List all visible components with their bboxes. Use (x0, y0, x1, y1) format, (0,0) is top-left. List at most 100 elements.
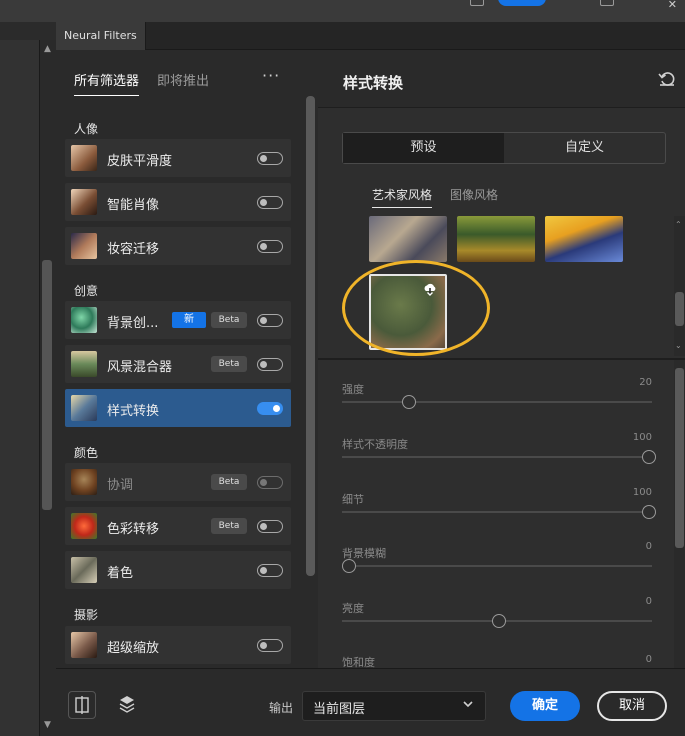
beta-badge: Beta (211, 474, 247, 490)
slider-knob[interactable] (402, 395, 416, 409)
slider-track[interactable] (342, 565, 652, 567)
output-select[interactable]: 当前图层 (302, 691, 486, 721)
filter-label: 着色 (107, 566, 134, 581)
tab-artist-style[interactable]: 艺术家风格 (372, 186, 433, 208)
scroll-thumb[interactable] (675, 368, 684, 548)
canvas-scrollbar[interactable]: ▲ ▼ (40, 40, 56, 736)
filter-item-background-creator[interactable]: 背景创... 新 Beta (65, 301, 291, 339)
layers-button[interactable] (114, 691, 142, 719)
beta-badge: Beta (211, 312, 247, 328)
panel-tab-bar: Neural Filters (56, 22, 685, 50)
landscape-thumb (71, 351, 97, 377)
slider-style-opacity[interactable]: 样式不透明度 100 (342, 432, 656, 476)
slider-saturation[interactable]: 饱和度 0 (342, 654, 652, 668)
canvas-area (0, 22, 40, 736)
tab-coming-soon[interactable]: 即将推出 (157, 70, 209, 96)
filter-label: 妆容迁移 (107, 242, 160, 257)
scroll-up-icon[interactable]: ⌃ (675, 220, 682, 229)
style-thumb[interactable] (457, 216, 535, 262)
colorize-thumb (71, 557, 97, 583)
cancel-button[interactable]: 取消 (597, 691, 667, 721)
scroll-thumb[interactable] (42, 260, 52, 510)
beta-badge: Beta (211, 356, 247, 372)
compare-split-button[interactable] (68, 691, 96, 719)
app-top-bar: ✕ (0, 0, 685, 22)
filter-list-panel: 所有筛选器 即将推出 ··· 人像 皮肤平滑度 智能肖像 妆容迁移 创意 背景创… (56, 50, 304, 668)
filter-item-color-transfer[interactable]: 色彩转移 Beta (65, 507, 291, 545)
slider-label: 饱和度 (342, 656, 375, 668)
scroll-down-icon[interactable]: ▼ (44, 720, 51, 730)
section-title: 摄影 (74, 608, 99, 622)
segment-preset[interactable]: 预设 (343, 133, 504, 163)
filter-list-scrollbar[interactable] (304, 50, 318, 668)
filter-toggle[interactable] (257, 240, 283, 253)
new-badge: 新 (172, 312, 206, 328)
slider-brightness[interactable]: 亮度 0 (342, 596, 652, 640)
scroll-thumb[interactable] (675, 292, 684, 326)
annotation-highlight-circle (342, 260, 490, 356)
tab-all-filters[interactable]: 所有筛选器 (74, 70, 140, 96)
filter-toggle[interactable] (257, 639, 283, 652)
window-icon[interactable] (600, 0, 614, 6)
filter-toggle[interactable] (257, 564, 283, 577)
ok-button[interactable]: 确定 (510, 691, 580, 721)
super-zoom-thumb (71, 632, 97, 658)
slider-strength[interactable]: 强度 20 (342, 377, 652, 421)
filter-toggle[interactable] (257, 358, 283, 371)
scroll-thumb[interactable] (306, 96, 315, 576)
slider-knob[interactable] (492, 614, 506, 628)
portrait-smart-thumb (71, 189, 97, 215)
filter-label: 皮肤平滑度 (107, 154, 173, 169)
filter-toggle[interactable] (257, 520, 283, 533)
filter-item-colorize[interactable]: 着色 (65, 551, 291, 589)
filter-toggle[interactable] (257, 152, 283, 165)
filter-toggle[interactable] (257, 402, 283, 415)
filter-item-smart-portrait[interactable]: 智能肖像 (65, 183, 291, 221)
filter-label: 风景混合器 (107, 360, 173, 375)
slider-knob[interactable] (342, 559, 356, 573)
filter-item-style-transfer[interactable]: 样式转换 (65, 389, 291, 427)
filter-item-skin-smoothing[interactable]: 皮肤平滑度 (65, 139, 291, 177)
filter-toggle[interactable] (257, 476, 283, 489)
filter-toggle[interactable] (257, 196, 283, 209)
slider-track[interactable] (342, 401, 652, 403)
settings-scrollbar[interactable] (674, 360, 685, 668)
style-thumb[interactable] (545, 216, 623, 262)
slider-knob[interactable] (642, 505, 656, 519)
filter-item-super-zoom[interactable]: 超级缩放 (65, 626, 291, 664)
filter-label: 色彩转移 (107, 522, 160, 537)
detail-title: 样式转换 (343, 74, 404, 92)
window-icon[interactable] (470, 0, 484, 6)
scroll-up-icon[interactable]: ▲ (44, 44, 51, 54)
filter-toggle[interactable] (257, 314, 283, 327)
slider-value: 0 (645, 541, 652, 552)
scroll-down-icon[interactable]: ⌄ (675, 341, 682, 350)
slider-track[interactable] (342, 456, 652, 458)
filter-detail-panel: 样式转换 预设 自定义 艺术家风格 图像风格 ⌃ ⌄ 强度 20 样式不透明度 … (318, 50, 685, 668)
section-title: 创意 (74, 284, 99, 298)
segment-custom[interactable]: 自定义 (504, 133, 665, 163)
section-title: 人像 (74, 122, 99, 136)
close-icon[interactable]: ✕ (668, 0, 677, 11)
filter-label: 智能肖像 (107, 198, 160, 213)
slider-track[interactable] (342, 511, 652, 513)
filter-item-landscape-mixer[interactable]: 风景混合器 Beta (65, 345, 291, 383)
more-options-icon[interactable]: ··· (262, 66, 280, 85)
filter-item-makeup-transfer[interactable]: 妆容迁移 (65, 227, 291, 265)
share-button[interactable] (498, 0, 546, 6)
filter-label: 样式转换 (107, 404, 160, 419)
gallery-scrollbar[interactable]: ⌃ ⌄ (674, 216, 685, 356)
slider-label: 强度 (342, 383, 364, 396)
canvas-ruler (0, 22, 56, 40)
filter-item-harmonize[interactable]: 协调 Beta (65, 463, 291, 501)
background-thumb (71, 307, 97, 333)
output-label: 输出 (269, 701, 294, 715)
slider-background-blur[interactable]: 背景模糊 0 (342, 541, 652, 585)
reset-icon[interactable] (658, 70, 676, 88)
tab-neural-filters[interactable]: Neural Filters (56, 22, 146, 50)
tab-image-style[interactable]: 图像风格 (450, 186, 498, 208)
slider-knob[interactable] (642, 450, 656, 464)
slider-detail[interactable]: 细节 100 (342, 487, 656, 531)
style-thumb[interactable] (369, 216, 447, 262)
color-transfer-thumb (71, 513, 97, 539)
